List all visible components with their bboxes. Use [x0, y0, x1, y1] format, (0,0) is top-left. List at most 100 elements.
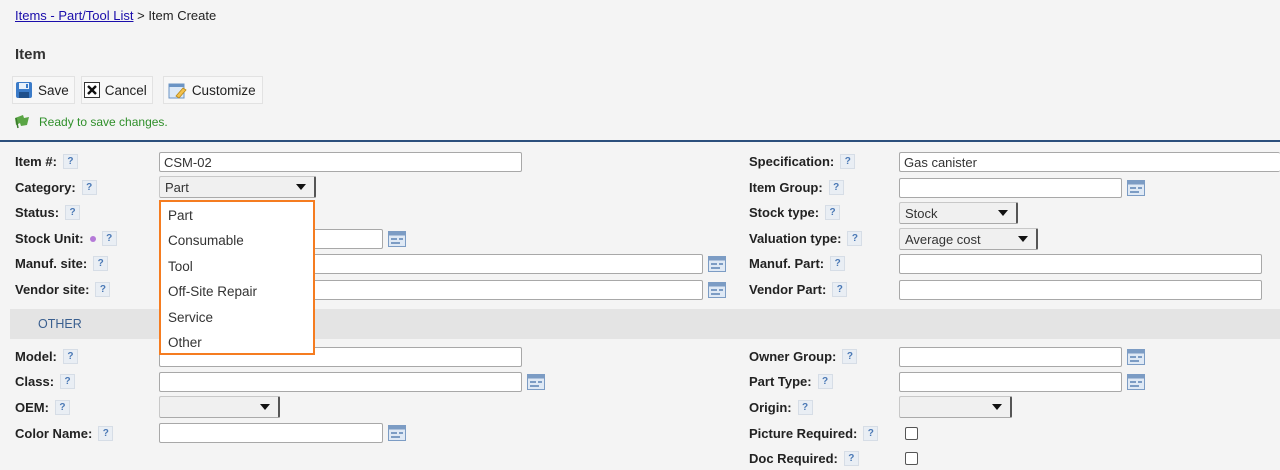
model-label-text: Model: — [15, 349, 57, 364]
breadcrumb-link-items-list[interactable]: Items - Part/Tool List — [15, 8, 133, 23]
owner-group-label-text: Owner Group: — [749, 349, 837, 364]
item-group-label: Item Group: ? — [749, 180, 844, 195]
vendor-part-label: Vendor Part: ? — [749, 282, 848, 297]
help-icon[interactable]: ? — [62, 154, 78, 169]
category-label: Category: ? — [15, 180, 97, 195]
specification-label-text: Specification: — [749, 154, 835, 169]
category-option-off-site-repair[interactable]: Off-Site Repair — [161, 282, 313, 307]
flag-icon — [15, 115, 29, 129]
chevron-down-icon — [992, 404, 1002, 410]
help-icon[interactable]: ? — [60, 374, 76, 389]
toolbar: Save Cancel Customize — [12, 76, 263, 104]
stock-type-label: Stock type: ? — [749, 205, 841, 220]
item-no-input[interactable] — [159, 152, 522, 172]
class-label: Class: ? — [15, 374, 76, 389]
oem-select[interactable] — [159, 396, 280, 418]
category-select[interactable]: Part — [159, 176, 316, 198]
origin-select[interactable] — [899, 396, 1012, 418]
category-selected-value: Part — [165, 179, 189, 195]
valuation-type-selected-value: Average cost — [905, 231, 981, 247]
category-option-tool[interactable]: Tool — [161, 257, 313, 282]
help-icon[interactable]: ? — [101, 231, 117, 246]
help-icon[interactable]: ? — [797, 400, 813, 415]
vendor-part-input[interactable] — [899, 280, 1262, 300]
stock-type-select[interactable]: Stock — [899, 202, 1018, 224]
valuation-type-select[interactable]: Average cost — [899, 228, 1038, 250]
lookup-icon[interactable] — [708, 282, 726, 298]
cancel-button[interactable]: Cancel — [80, 76, 153, 104]
color-name-label-text: Color Name: — [15, 426, 93, 441]
chevron-down-icon — [296, 184, 306, 190]
model-label: Model: ? — [15, 349, 78, 364]
save-icon — [16, 82, 32, 98]
header-divider — [0, 140, 1280, 142]
chevron-down-icon — [1018, 236, 1028, 242]
lookup-icon[interactable] — [1127, 374, 1145, 390]
item-no-label-text: Item #: — [15, 154, 57, 169]
valuation-type-label: Valuation type: ? — [749, 231, 863, 246]
specification-input[interactable] — [899, 152, 1280, 172]
save-button[interactable]: Save — [12, 76, 75, 104]
lookup-icon[interactable] — [388, 231, 406, 247]
manuf-part-input[interactable] — [899, 254, 1262, 274]
breadcrumb: Items - Part/Tool List > Item Create — [15, 8, 216, 23]
help-icon[interactable]: ? — [65, 205, 81, 220]
category-option-other[interactable]: Other — [161, 333, 313, 358]
owner-group-input[interactable] — [899, 347, 1122, 367]
help-icon[interactable]: ? — [95, 282, 111, 297]
stock-unit-label: Stock Unit: ? — [15, 231, 117, 246]
help-icon[interactable]: ? — [840, 154, 856, 169]
item-group-input[interactable] — [899, 178, 1122, 198]
doc-required-checkbox[interactable] — [905, 452, 918, 465]
help-icon[interactable]: ? — [817, 374, 833, 389]
breadcrumb-current: Item Create — [148, 8, 217, 23]
breadcrumb-separator: > — [133, 8, 149, 23]
customize-label: Customize — [191, 82, 256, 98]
part-type-label-text: Part Type: — [749, 374, 812, 389]
help-icon[interactable]: ? — [93, 256, 109, 271]
lookup-icon[interactable] — [1127, 349, 1145, 365]
required-dot-icon — [89, 235, 96, 242]
help-icon[interactable]: ? — [830, 256, 846, 271]
help-icon[interactable]: ? — [62, 349, 78, 364]
help-icon[interactable]: ? — [98, 426, 114, 441]
origin-label: Origin: ? — [749, 400, 813, 415]
category-option-part[interactable]: Part — [161, 206, 313, 231]
help-icon[interactable]: ? — [842, 349, 858, 364]
save-label: Save — [38, 82, 69, 98]
status-line: Ready to save changes. — [14, 115, 168, 129]
help-icon[interactable]: ? — [828, 180, 844, 195]
picture-required-checkbox[interactable] — [905, 427, 918, 440]
chevron-down-icon — [260, 404, 270, 410]
part-type-input[interactable] — [899, 372, 1122, 392]
help-icon[interactable]: ? — [54, 400, 70, 415]
other-section-title: OTHER — [38, 317, 82, 331]
lookup-icon[interactable] — [1127, 180, 1145, 196]
help-icon[interactable]: ? — [847, 231, 863, 246]
cancel-icon — [83, 82, 100, 98]
stock-type-label-text: Stock type: — [749, 205, 820, 220]
help-icon[interactable]: ? — [863, 426, 879, 441]
help-icon[interactable]: ? — [843, 451, 859, 466]
help-icon[interactable]: ? — [81, 180, 97, 195]
vendor-site-input[interactable] — [300, 280, 703, 300]
class-input[interactable] — [159, 372, 522, 392]
page-title: Item — [15, 46, 46, 63]
lookup-icon[interactable] — [708, 256, 726, 272]
customize-button[interactable]: Customize — [162, 76, 263, 104]
picture-required-label: Picture Required: ? — [749, 426, 879, 441]
doc-required-label-text: Doc Required: — [749, 451, 838, 466]
lookup-icon[interactable] — [388, 425, 406, 441]
manuf-site-input[interactable] — [300, 254, 703, 274]
color-name-input[interactable] — [159, 423, 383, 443]
category-option-consumable[interactable]: Consumable — [161, 231, 313, 256]
category-option-service[interactable]: Service — [161, 308, 313, 333]
help-icon[interactable]: ? — [832, 282, 848, 297]
origin-label-text: Origin: — [749, 400, 792, 415]
status-label-text: Status: — [15, 205, 60, 220]
cancel-label: Cancel — [104, 82, 147, 98]
manuf-part-label-text: Manuf. Part: — [749, 256, 825, 271]
help-icon[interactable]: ? — [825, 205, 841, 220]
status-message: Ready to save changes. — [39, 115, 168, 129]
lookup-icon[interactable] — [527, 374, 545, 390]
